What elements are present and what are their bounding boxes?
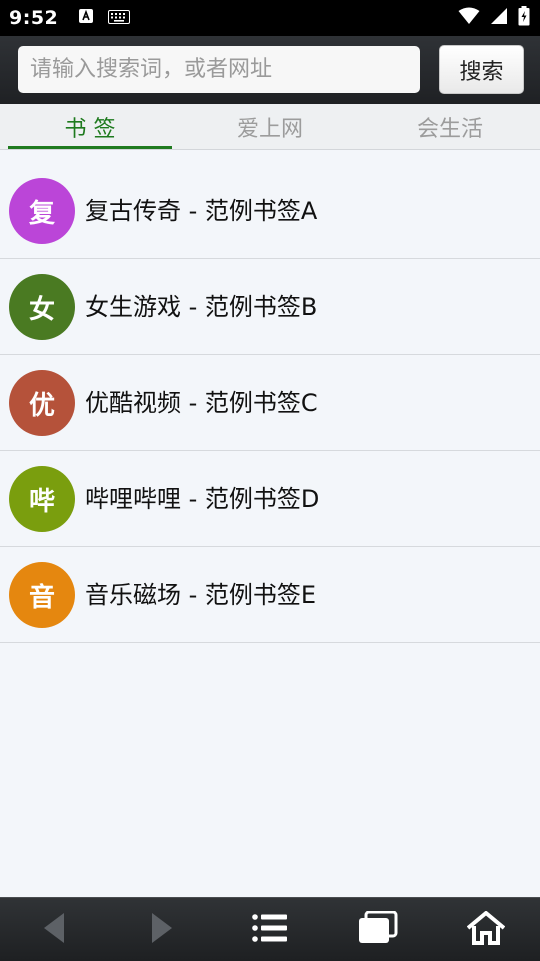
windows-button[interactable] — [324, 898, 432, 961]
battery-icon — [518, 6, 530, 30]
bookmark-title: 复古传奇 - 范例书签A — [85, 197, 318, 225]
bookmark-list: 复 复古传奇 - 范例书签A 女 女生游戏 - 范例书签B 优 优酷视频 - 范… — [0, 163, 540, 643]
signal-icon — [490, 7, 508, 29]
tab-life[interactable]: 会生活 — [360, 104, 540, 149]
status-time: 9:52 — [9, 7, 59, 29]
search-bar: 搜索 — [0, 36, 540, 104]
bookmark-avatar: 哔 — [9, 466, 75, 532]
status-bar: 9:52 — [0, 0, 540, 36]
active-tab-indicator — [8, 146, 172, 149]
forward-arrow-icon — [150, 912, 174, 948]
bookmark-avatar: 音 — [9, 562, 75, 628]
bookmark-avatar: 优 — [9, 370, 75, 436]
tab-bar: 书 签 爱上网 会生活 — [0, 104, 540, 150]
search-input[interactable] — [18, 46, 420, 93]
bottom-navigation — [0, 897, 540, 961]
bookmark-item[interactable]: 优 优酷视频 - 范例书签C — [0, 355, 540, 451]
bookmark-title: 女生游戏 - 范例书签B — [85, 293, 318, 321]
bookmark-avatar: 女 — [9, 274, 75, 340]
bookmark-item[interactable]: 复 复古传奇 - 范例书签A — [0, 163, 540, 259]
home-button[interactable] — [432, 898, 540, 961]
tab-love-internet[interactable]: 爱上网 — [180, 104, 360, 149]
bookmark-title: 哔哩哔哩 - 范例书签D — [85, 485, 320, 513]
bookmark-title: 优酷视频 - 范例书签C — [85, 389, 318, 417]
bookmark-item[interactable]: 哔 哔哩哔哩 - 范例书签D — [0, 451, 540, 547]
menu-list-icon — [252, 913, 288, 947]
back-button[interactable] — [0, 898, 108, 961]
forward-button[interactable] — [108, 898, 216, 961]
bookmark-item[interactable]: 女 女生游戏 - 范例书签B — [0, 259, 540, 355]
search-button[interactable]: 搜索 — [439, 45, 524, 94]
bookmark-avatar: 复 — [9, 178, 75, 244]
wifi-icon — [458, 7, 480, 29]
bookmark-title: 音乐磁场 - 范例书签E — [85, 581, 317, 609]
keyboard-icon — [108, 9, 131, 28]
back-arrow-icon — [42, 912, 66, 948]
tab-bookmarks[interactable]: 书 签 — [0, 104, 180, 149]
menu-button[interactable] — [216, 898, 324, 961]
windows-icon — [358, 910, 398, 949]
home-icon — [466, 910, 506, 949]
bookmark-item[interactable]: 音 音乐磁场 - 范例书签E — [0, 547, 540, 643]
a-badge-icon — [78, 8, 94, 28]
